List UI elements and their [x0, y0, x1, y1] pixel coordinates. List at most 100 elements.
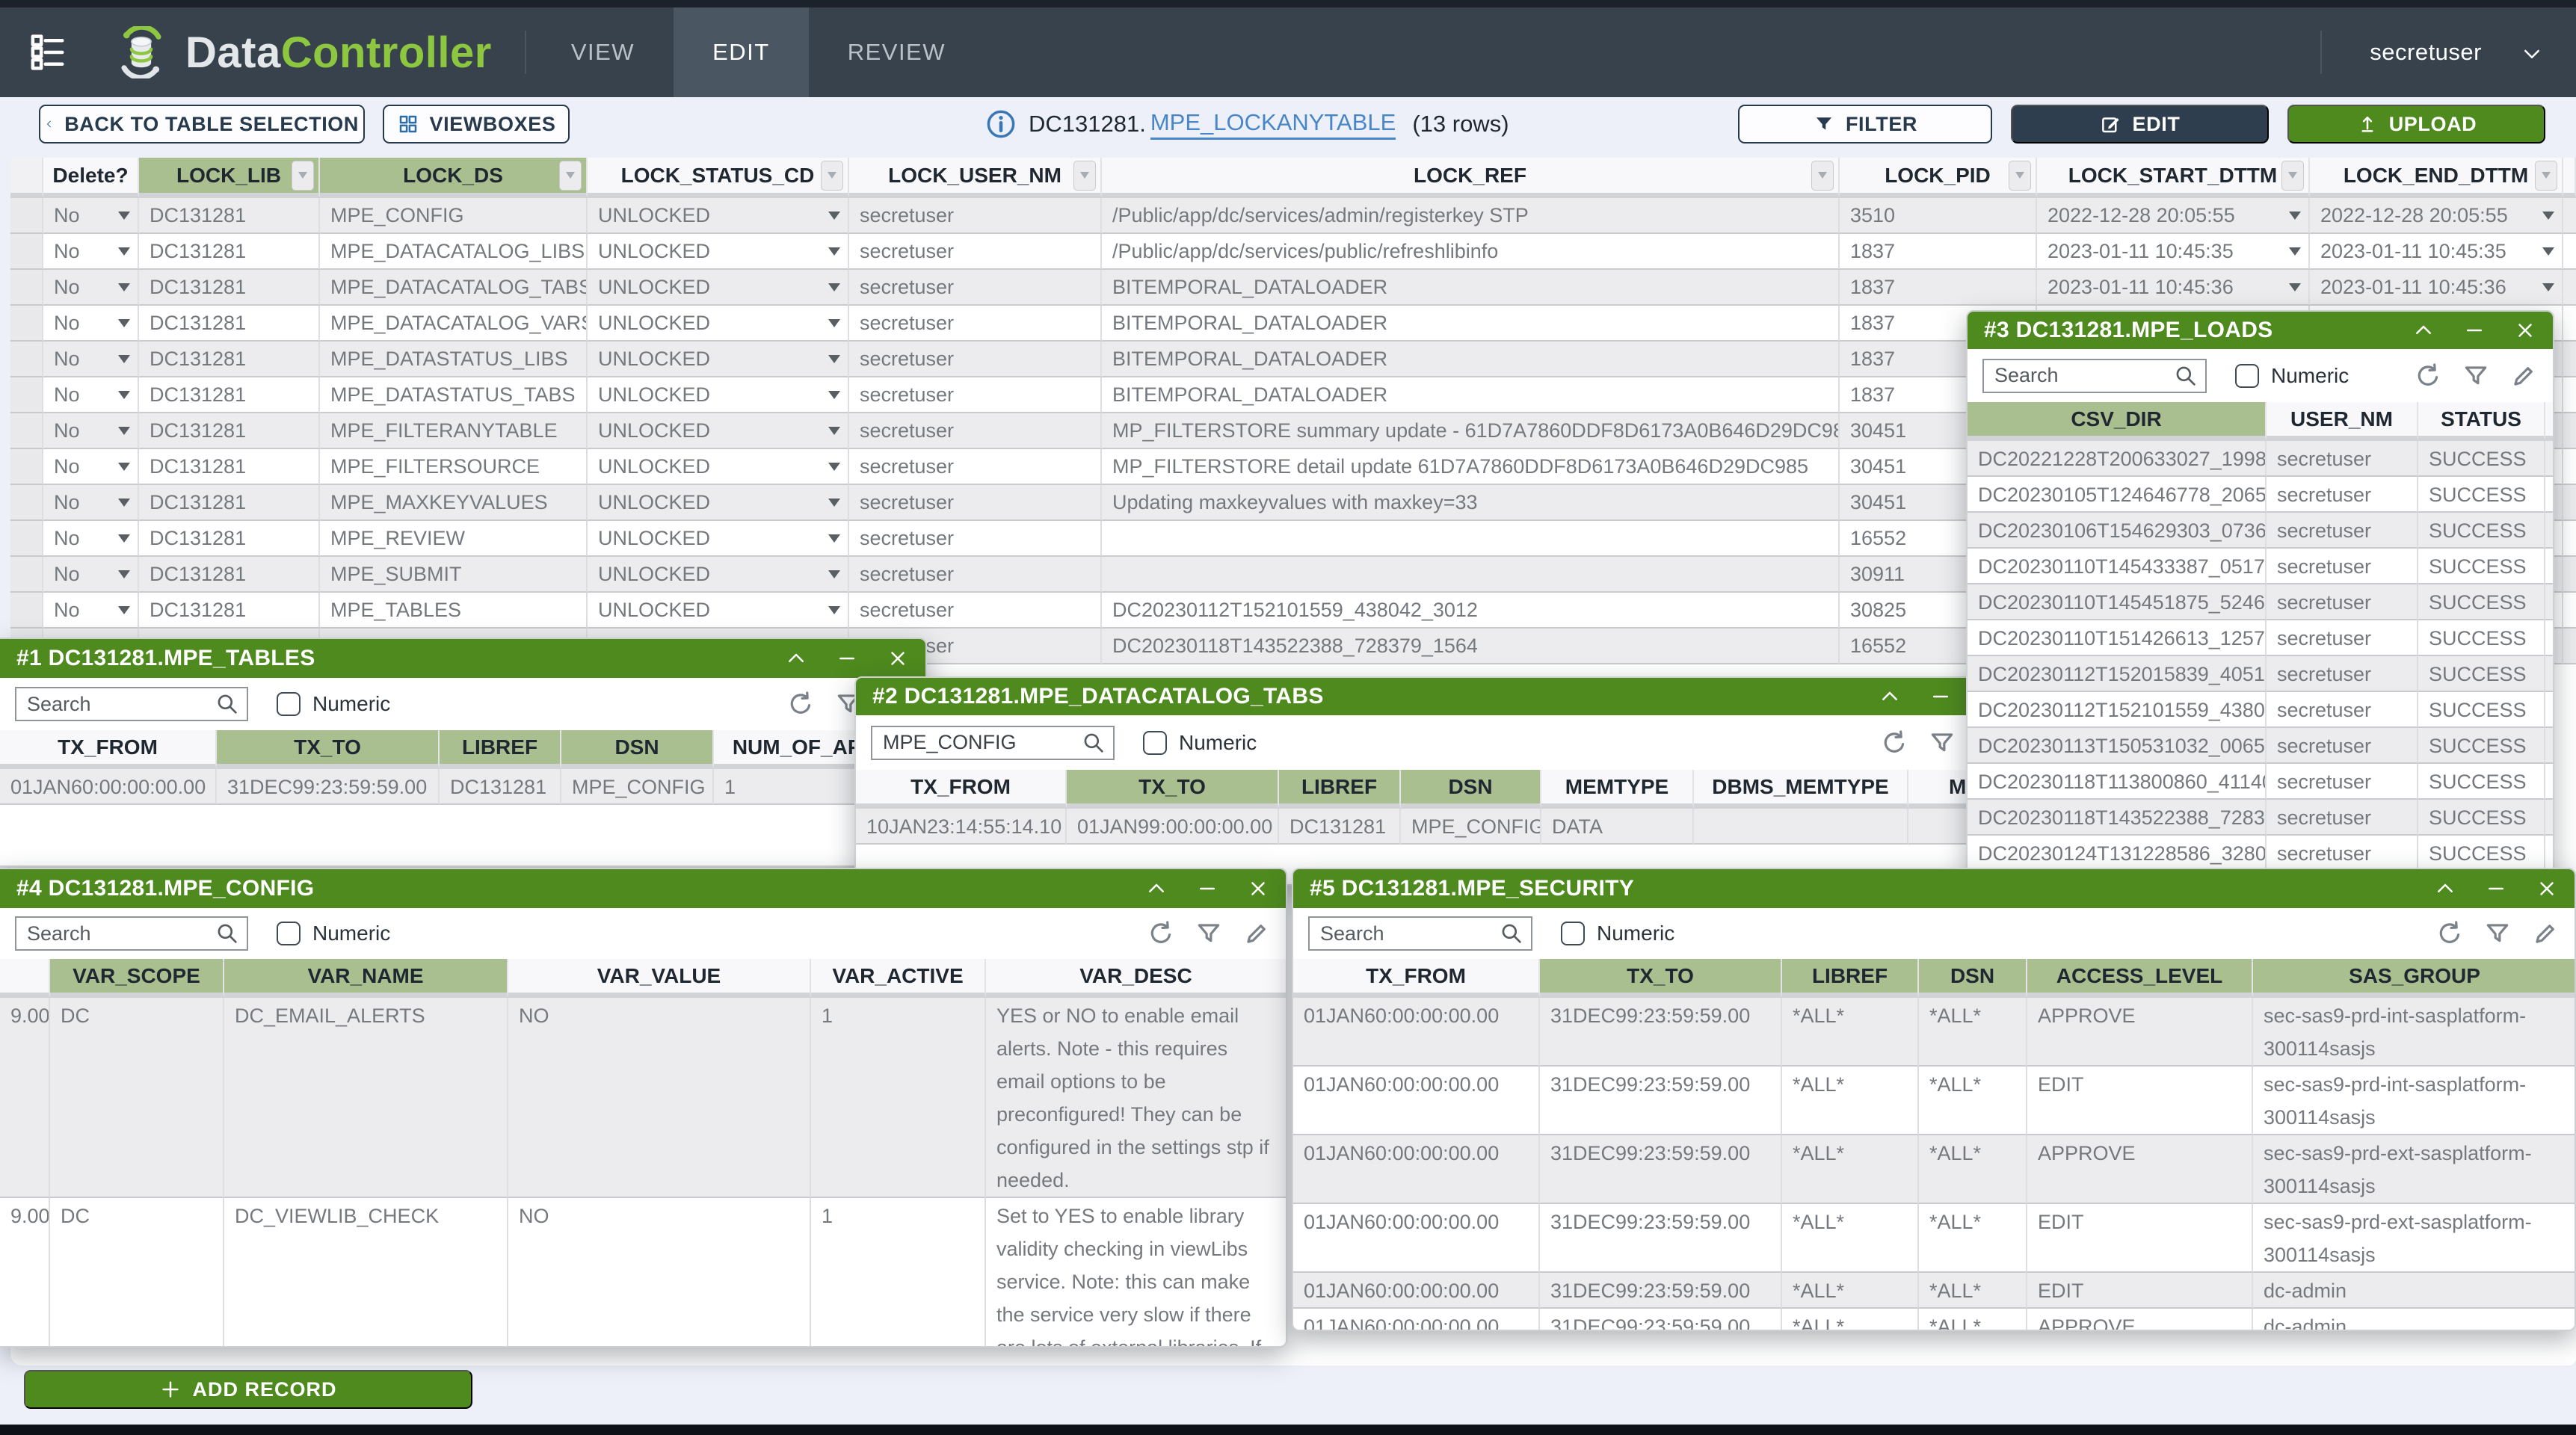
- table-cell[interactable]: 31DEC99:23:59:59.00: [1540, 1273, 1782, 1309]
- cell-dropdown-caret-icon[interactable]: [2542, 283, 2554, 291]
- table-cell[interactable]: sec-sas9-prd-ext-sasplatform-300114sasjs: [2253, 1204, 2576, 1273]
- back-to-table-selection-button[interactable]: BACK TO TABLE SELECTION: [39, 105, 365, 144]
- funnel-icon[interactable]: [2483, 919, 2512, 948]
- table-cell[interactable]: 9.00: [0, 1198, 50, 1348]
- column-header-dsn[interactable]: DSN: [1919, 959, 2027, 998]
- column-filter-button[interactable]: [2281, 161, 2304, 191]
- refresh-icon[interactable]: [2414, 362, 2442, 390]
- column-header-lock_user_nm[interactable]: LOCK_USER_NM: [849, 158, 1102, 198]
- upload-button[interactable]: UPLOAD: [2287, 105, 2545, 144]
- window-titlebar[interactable]: #2 DC131281.MPE_DATACATALOG_TABS: [856, 678, 2019, 715]
- cell-dropdown-caret-icon[interactable]: [118, 283, 130, 291]
- table-cell[interactable]: YES or NO to enable email alerts. Note -…: [986, 998, 1287, 1198]
- table-cell[interactable]: secretuser: [849, 485, 1102, 521]
- collapse-icon[interactable]: [2434, 877, 2456, 900]
- table-cell[interactable]: DC20230124T131228586_3280: [1968, 836, 2267, 871]
- table-cell[interactable]: 01JAN60:00:00:00.00: [1293, 1273, 1540, 1309]
- table-cell[interactable]: dc-admin: [2253, 1273, 2576, 1309]
- table-cell[interactable]: SUCCESS: [2418, 728, 2545, 764]
- table-cell[interactable]: DC131281: [139, 198, 320, 234]
- column-header-var_active[interactable]: VAR_ACTIVE: [811, 959, 986, 998]
- table-cell[interactable]: EDIT: [2027, 1067, 2253, 1135]
- column-header-csv_dir[interactable]: CSV_DIR: [1968, 402, 2267, 441]
- cell-dropdown-caret-icon[interactable]: [118, 570, 130, 578]
- table-cell[interactable]: 3510: [1840, 198, 2037, 234]
- info-icon[interactable]: [985, 108, 1017, 140]
- table-cell[interactable]: secretuser: [849, 234, 1102, 270]
- table-cell[interactable]: SUCCESS: [2418, 620, 2545, 656]
- column-filter-button[interactable]: [292, 161, 314, 191]
- table-cell[interactable]: secretuser: [849, 521, 1102, 557]
- cell-dropdown-caret-icon[interactable]: [2289, 247, 2301, 256]
- table-cell[interactable]: DC131281: [1279, 809, 1401, 845]
- collapse-icon[interactable]: [785, 647, 807, 670]
- column-header-lock_status_cd[interactable]: LOCK_STATUS_CD: [588, 158, 849, 198]
- table-cell[interactable]: Updating maxkeyvalues with maxkey=33: [1102, 485, 1840, 521]
- close-icon[interactable]: [2514, 319, 2536, 342]
- table-cell[interactable]: 2022-12-28 20:05:55: [2037, 198, 2310, 234]
- table-cell[interactable]: No: [43, 306, 139, 342]
- filter-button[interactable]: FILTER: [1738, 105, 1992, 144]
- table-cell[interactable]: MP_FILTERSTORE detail update 61D7A7860DD…: [1102, 449, 1840, 485]
- table-cell[interactable]: SUCCESS: [2418, 549, 2545, 584]
- table-cell[interactable]: DC20230105T124646778_2065: [1968, 477, 2267, 513]
- table-cell[interactable]: secretuser: [2267, 441, 2418, 477]
- table-cell[interactable]: 31DEC99:23:59:59.00: [1540, 1204, 1782, 1273]
- table-cell[interactable]: DC20230118T143522388_728379_1564: [1102, 629, 1840, 664]
- table-cell[interactable]: *ALL*: [1919, 1309, 2027, 1331]
- table-cell[interactable]: 1: [811, 998, 986, 1198]
- table-cell[interactable]: DC20221228T200633027_1998: [1968, 441, 2267, 477]
- column-header-var_scope[interactable]: VAR_SCOPE: [50, 959, 224, 998]
- table-cell[interactable]: No: [43, 342, 139, 377]
- refresh-icon[interactable]: [2435, 919, 2464, 948]
- table-cell[interactable]: 01JAN99:00:00:00.00: [1067, 809, 1279, 845]
- table-cell[interactable]: *ALL*: [1782, 1309, 1919, 1331]
- cell-dropdown-caret-icon[interactable]: [828, 534, 840, 543]
- column-header-user_nm[interactable]: USER_NM: [2267, 402, 2418, 441]
- table-cell[interactable]: *ALL*: [1782, 1067, 1919, 1135]
- pencil-icon[interactable]: [1242, 919, 1271, 948]
- table-cell[interactable]: No: [43, 270, 139, 306]
- column-header-sas_group[interactable]: SAS_GROUP: [2253, 959, 2576, 998]
- table-cell[interactable]: 01JAN60:00:00:00.00: [1293, 1204, 1540, 1273]
- app-logo[interactable]: DataController: [115, 26, 492, 78]
- cell-dropdown-caret-icon[interactable]: [118, 499, 130, 507]
- table-cell[interactable]: secretuser: [849, 377, 1102, 413]
- table-cell[interactable]: MPE_CONFIG: [1401, 809, 1541, 845]
- table-cell[interactable]: SUCCESS: [2418, 441, 2545, 477]
- table-cell[interactable]: 2023-01-11 10:45:36: [2310, 270, 2563, 306]
- table-cell[interactable]: No: [43, 521, 139, 557]
- column-header-var_value[interactable]: VAR_VALUE: [508, 959, 811, 998]
- cell-dropdown-caret-icon[interactable]: [118, 606, 130, 614]
- table-cell[interactable]: EDIT: [2027, 1273, 2253, 1309]
- table-cell[interactable]: secretuser: [2267, 692, 2418, 728]
- column-header-lock_end_dttm[interactable]: LOCK_END_DTTM: [2310, 158, 2563, 198]
- pencil-icon[interactable]: [2509, 362, 2538, 390]
- cell-dropdown-caret-icon[interactable]: [828, 463, 840, 471]
- table-cell[interactable]: DC_VIEWLIB_CHECK: [224, 1198, 508, 1348]
- table-cell[interactable]: No: [43, 557, 139, 593]
- table-cell[interactable]: Set to YES to enable library validity ch…: [986, 1198, 1287, 1348]
- numeric-checkbox[interactable]: [277, 922, 301, 945]
- cell-dropdown-caret-icon[interactable]: [118, 427, 130, 435]
- table-cell[interactable]: secretuser: [2267, 513, 2418, 549]
- search-input[interactable]: [1984, 364, 2205, 387]
- table-cell[interactable]: secretuser: [2267, 620, 2418, 656]
- window-titlebar[interactable]: #1 DC131281.MPE_TABLES: [0, 639, 925, 678]
- table-cell[interactable]: APPROVE: [2027, 1309, 2253, 1331]
- tab-edit[interactable]: EDIT: [674, 7, 809, 97]
- table-cell[interactable]: EDIT: [2027, 1204, 2253, 1273]
- table-cell[interactable]: 31DEC99:23:59:59.00: [1540, 998, 1782, 1067]
- cell-dropdown-caret-icon[interactable]: [118, 355, 130, 363]
- column-header-lock_pid[interactable]: LOCK_PID: [1840, 158, 2037, 198]
- table-cell[interactable]: MPE_FILTERANYTABLE: [320, 413, 588, 449]
- column-filter-button[interactable]: [559, 161, 582, 191]
- table-cell[interactable]: *ALL*: [1919, 998, 2027, 1067]
- table-cell[interactable]: secretuser: [2267, 584, 2418, 620]
- table-cell[interactable]: BITEMPORAL_DATALOADER: [1102, 306, 1840, 342]
- table-cell[interactable]: MPE_DATACATALOG_TABS: [320, 270, 588, 306]
- table-cell[interactable]: MPE_FILTERSOURCE: [320, 449, 588, 485]
- table-cell[interactable]: 2022-12-28 20:05:55: [2310, 198, 2563, 234]
- cell-dropdown-caret-icon[interactable]: [118, 463, 130, 471]
- minimize-icon[interactable]: [2463, 319, 2486, 342]
